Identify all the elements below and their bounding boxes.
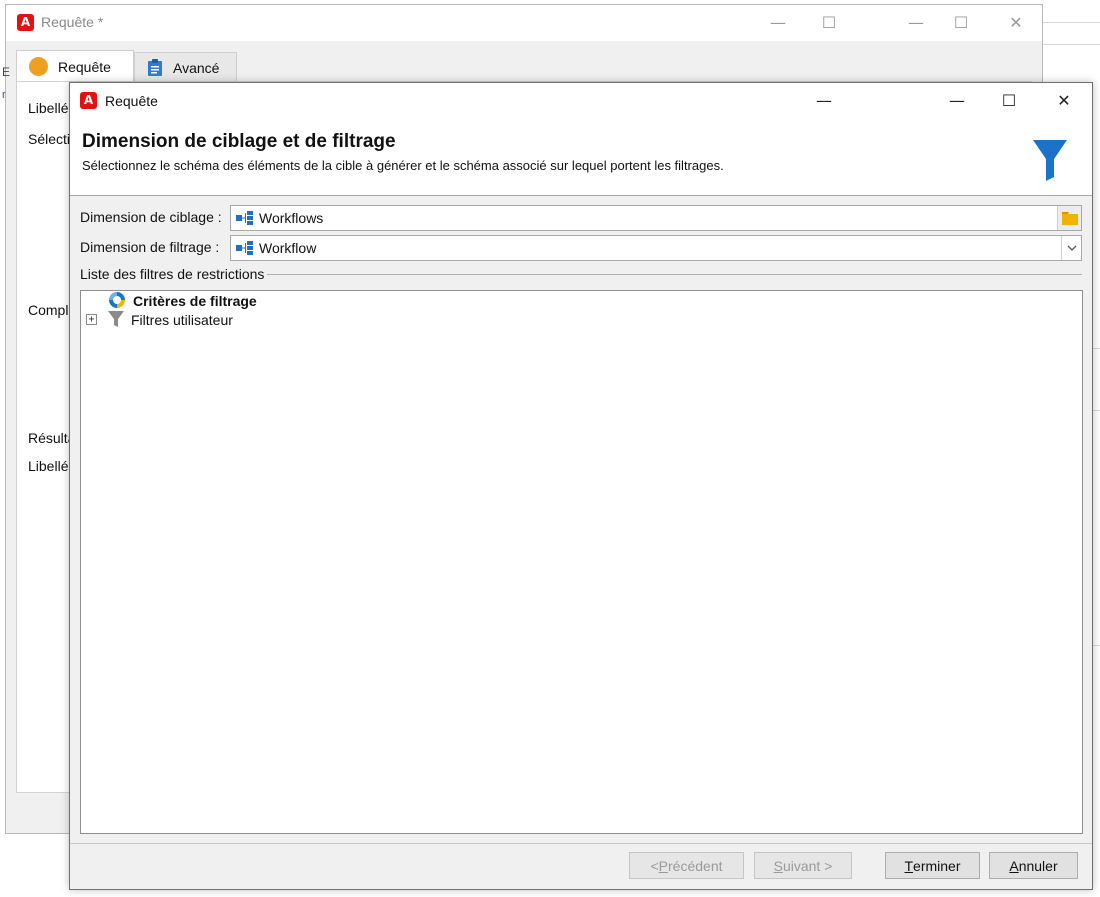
folder-icon[interactable] xyxy=(1057,206,1081,230)
next-button[interactable]: Suivant > xyxy=(754,852,852,879)
targeting-dimension-row: Dimension de ciblage : Workflows xyxy=(80,205,1082,231)
dialog-close-icon[interactable]: ✕ xyxy=(1044,86,1084,116)
previous-mnemonic: P xyxy=(658,857,669,874)
left-edge-link[interactable]: r xyxy=(2,89,6,101)
back-minimize-icon[interactable]: — xyxy=(758,8,798,38)
cancel-mnemonic: A xyxy=(1009,857,1019,874)
wizard-subtitle: Sélectionnez le schéma des éléments de l… xyxy=(82,158,724,173)
filter-criteria-icon xyxy=(107,291,127,312)
wizard-header: Dimension de ciblage et de filtrage Séle… xyxy=(70,119,1092,196)
tab-requete[interactable]: Requête xyxy=(16,50,134,82)
targeting-dimension-value: Workflows xyxy=(259,210,324,226)
back-minimize2-icon[interactable]: — xyxy=(896,8,936,38)
finish-mnemonic: T xyxy=(904,857,914,874)
filtering-dimension-row: Dimension de filtrage : Workflow xyxy=(80,235,1082,261)
adobe-campaign-logo-icon: A xyxy=(80,92,97,109)
expand-plus-icon[interactable]: + xyxy=(86,314,97,325)
tab-avance-label: Avancé xyxy=(173,59,220,76)
tree-item-user-filters[interactable]: Filtres utilisateur xyxy=(107,310,233,331)
chevron-down-icon[interactable] xyxy=(1061,236,1081,260)
label-libelle-2: Libellé xyxy=(28,458,69,474)
filtering-dimension-value: Workflow xyxy=(259,240,317,256)
targeting-dimension-label: Dimension de ciblage : xyxy=(80,209,222,225)
label-libelle: Libellé xyxy=(28,100,69,116)
dialog-minimize-icon[interactable]: — xyxy=(804,86,844,116)
filter-funnel-icon xyxy=(1032,139,1068,181)
previous-prefix: < xyxy=(650,857,659,874)
cancel-rest: nnuler xyxy=(1018,857,1058,874)
next-rest: uivant > xyxy=(782,857,833,874)
dialog-minimize2-icon[interactable]: — xyxy=(937,86,977,116)
orange-circle-icon xyxy=(29,57,48,76)
targeting-filtering-dialog: A Requête — — ☐ ✕ Dimension de ciblage e… xyxy=(69,82,1093,890)
funnel-icon xyxy=(107,310,125,331)
dialog-maximize-icon[interactable]: ☐ xyxy=(989,86,1029,116)
filtering-dimension-label: Dimension de filtrage : xyxy=(80,239,220,255)
restrictions-tree[interactable]: Critères de filtrage + Filtres utilisate… xyxy=(80,290,1083,834)
next-mnemonic: S xyxy=(773,857,783,874)
schema-icon xyxy=(235,210,255,226)
schema-icon xyxy=(235,240,255,256)
wizard-title: Dimension de ciblage et de filtrage xyxy=(82,131,396,152)
back-restore-icon[interactable]: ☐ xyxy=(809,8,849,38)
restrictions-group-title: Liste des filtres de restrictions xyxy=(80,266,265,282)
finish-rest: erminer xyxy=(913,857,961,874)
targeting-dimension-field[interactable]: Workflows xyxy=(230,205,1082,231)
filtering-dimension-select[interactable]: Workflow xyxy=(230,235,1082,261)
tree-item-filter-criteria[interactable]: Critères de filtrage xyxy=(107,291,257,312)
left-edge-text: E xyxy=(2,65,11,79)
back-maximize-icon[interactable]: ☐ xyxy=(941,8,981,38)
back-close-icon[interactable]: ✕ xyxy=(996,8,1036,38)
background-titlebar: A Requête * — ☐ — ☐ ✕ xyxy=(6,5,1042,41)
clipboard-icon xyxy=(147,58,163,77)
adobe-campaign-logo-icon: A xyxy=(17,14,34,31)
finish-button[interactable]: Terminer xyxy=(885,852,980,879)
user-filters-label: Filtres utilisateur xyxy=(131,312,233,328)
previous-button[interactable]: < Précédent xyxy=(629,852,744,879)
label-complement: Compl xyxy=(28,302,69,318)
dialog-title: Requête xyxy=(105,93,158,109)
tab-requete-label: Requête xyxy=(58,58,111,75)
footer-divider xyxy=(70,843,1092,844)
previous-rest: récédent xyxy=(668,857,723,874)
cancel-button[interactable]: Annuler xyxy=(989,852,1078,879)
filter-criteria-label: Critères de filtrage xyxy=(133,293,257,309)
tab-avance[interactable]: Avancé xyxy=(134,52,237,82)
dialog-titlebar: A Requête — — ☐ ✕ xyxy=(70,83,1092,119)
background-window-title: Requête * xyxy=(41,14,104,30)
group-divider xyxy=(267,274,1082,275)
background-tab-bar: Requête Avancé xyxy=(16,50,1036,82)
